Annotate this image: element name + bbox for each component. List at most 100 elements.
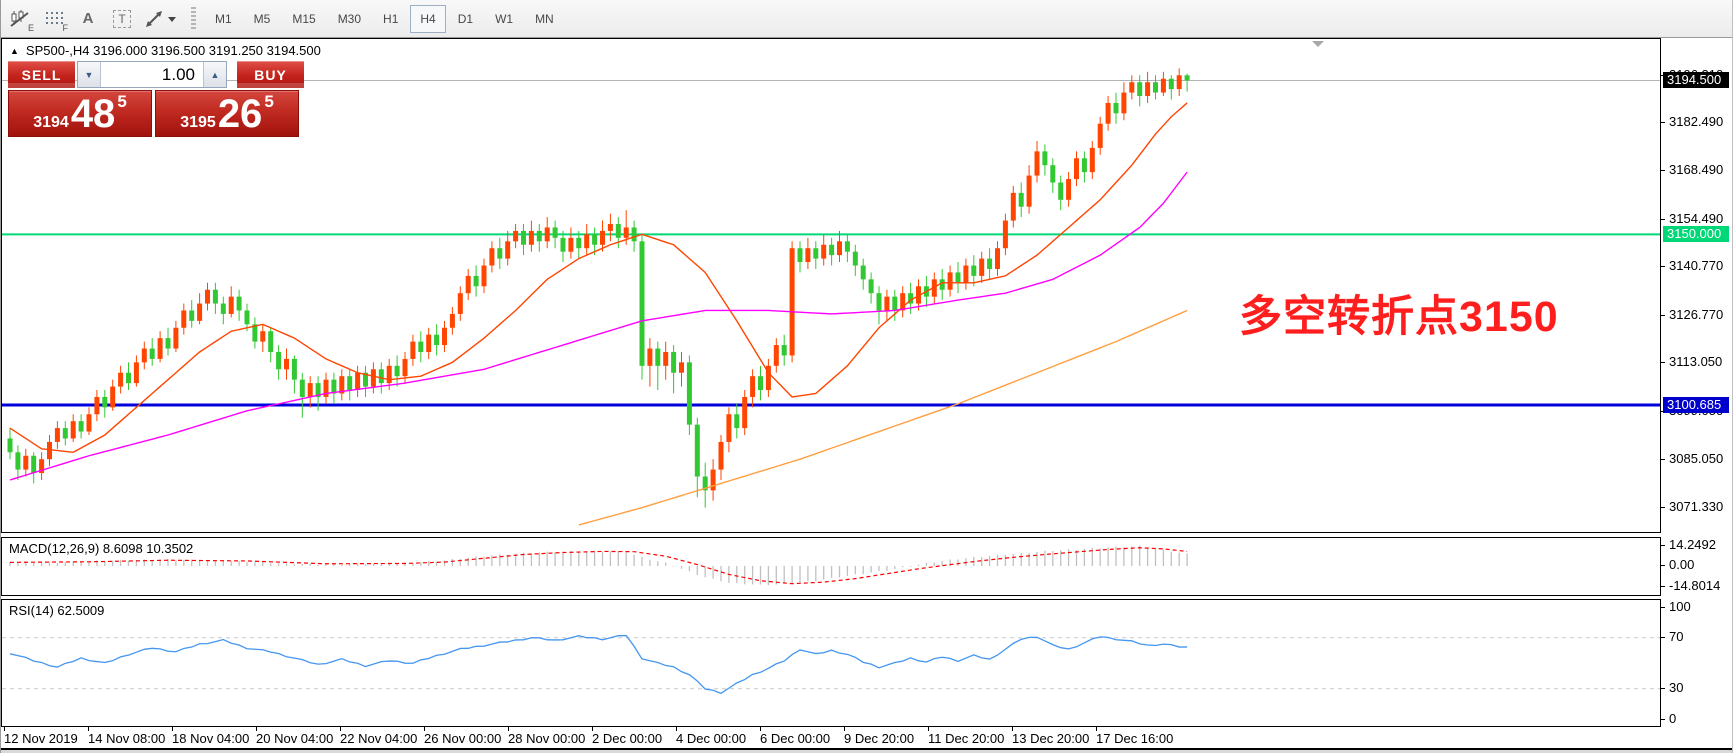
price-tick-mark: [1661, 362, 1665, 363]
buy-price-sup: 5: [264, 95, 273, 109]
letter-a-glyph: A: [83, 10, 94, 27]
macd-pane[interactable]: MACD(12,26,9) 8.6098 10.3502: [1, 537, 1661, 596]
timeframe-button-d1[interactable]: D1: [448, 5, 483, 33]
time-label: 2 Dec 00:00: [592, 731, 662, 746]
chart-ohlc-text: SP500-,H4 3196.000 3196.500 3191.250 319…: [26, 43, 321, 58]
ma-mid-line: [10, 172, 1187, 480]
diagonal-arrows-glyph: [144, 10, 178, 28]
price-tick-label: 3140.770: [1669, 258, 1723, 273]
price-tick-mark: [1661, 315, 1665, 316]
time-tick: [928, 727, 929, 731]
price-tick-mark: [1661, 219, 1665, 220]
icon-sub-e: E: [28, 23, 34, 33]
one-click-panel-toggle[interactable]: ▲: [10, 46, 19, 56]
price-tick-label: 3168.490: [1669, 162, 1723, 177]
time-tick: [256, 727, 257, 731]
sell-price-big: 48: [71, 95, 116, 133]
ma-fast-line: [10, 103, 1187, 452]
rsi-tick-mark: [1661, 719, 1665, 720]
time-label: 17 Dec 16:00: [1096, 731, 1173, 746]
buy-button[interactable]: BUY: [237, 61, 304, 88]
time-tick: [1012, 727, 1013, 731]
time-label: 4 Dec 00:00: [676, 731, 746, 746]
price-tick-label: 3154.490: [1669, 211, 1723, 226]
chart-header: ▲ SP500-,H4 3196.000 3196.500 3191.250 3…: [10, 43, 321, 58]
price-tick-mark: [1661, 122, 1665, 123]
toolbar: E F A T M1M5M: [1, 0, 1733, 38]
price-tick-label: 3071.330: [1669, 499, 1723, 514]
rsi-pane[interactable]: RSI(14) 62.5009: [1, 599, 1661, 727]
price-tick-mark: [1661, 459, 1665, 460]
rsi-tick-mark: [1661, 607, 1665, 608]
time-label: 14 Nov 08:00: [88, 731, 165, 746]
time-tick: [340, 727, 341, 731]
time-tick: [424, 727, 425, 731]
sell-price-small: 3194: [33, 113, 69, 133]
time-label: 12 Nov 2019: [4, 731, 78, 746]
grid-icon[interactable]: F: [39, 5, 69, 33]
macd-canvas: [2, 538, 1660, 595]
timeframe-button-m15[interactable]: M15: [282, 5, 325, 33]
rsi-tick-mark: [1661, 688, 1665, 689]
price-axis[interactable]: 3196.2103182.4903168.4903154.4903140.770…: [1661, 38, 1733, 727]
macd-label: MACD(12,26,9) 8.6098 10.3502: [9, 541, 193, 556]
timeframe-button-m30[interactable]: M30: [328, 5, 371, 33]
rsi-tick-label: 0: [1669, 711, 1676, 726]
trade-panel-controls: SELL ▼ ▲ BUY: [8, 61, 304, 88]
time-tick: [172, 727, 173, 731]
time-tick: [592, 727, 593, 731]
time-tick: [676, 727, 677, 731]
price-tick-label: 3182.490: [1669, 114, 1723, 129]
price-tick-mark: [1661, 170, 1665, 171]
timeframe-button-h1[interactable]: H1: [373, 5, 408, 33]
timeframe-button-w1[interactable]: W1: [485, 5, 523, 33]
rsi-canvas: [2, 600, 1660, 726]
rsi-tick-mark: [1661, 637, 1665, 638]
time-tick: [88, 727, 89, 731]
sell-price[interactable]: 3194485: [8, 90, 152, 137]
price-tick-mark: [1661, 507, 1665, 508]
timeframe-button-m1[interactable]: M1: [205, 5, 242, 33]
time-tick: [844, 727, 845, 731]
one-click-trade-panel: SELL ▼ ▲ BUY 3194485 3195265: [8, 61, 304, 137]
time-label: 20 Nov 04:00: [256, 731, 333, 746]
time-axis[interactable]: 12 Nov 2019 14 Nov 08:00 18 Nov 04:00 20 No…: [1, 727, 1733, 748]
grid-glyph: [44, 10, 64, 28]
price-chart-pane[interactable]: ▲ SP500-,H4 3196.000 3196.500 3191.250 3…: [1, 38, 1661, 533]
annotation-text[interactable]: 多空转折点3150: [1239, 282, 1559, 344]
price-badge: 3100.685: [1663, 397, 1729, 413]
drawing-tools-icon[interactable]: [141, 5, 181, 33]
time-tick: [1096, 727, 1097, 731]
text-box-icon[interactable]: T: [107, 5, 137, 33]
ma-slow-line: [579, 310, 1187, 524]
price-tick-label: 3085.050: [1669, 451, 1723, 466]
macd-tick-mark: [1661, 565, 1665, 566]
sell-button[interactable]: SELL: [8, 61, 75, 88]
volume-increment-button[interactable]: ▲: [203, 62, 226, 87]
rsi-label: RSI(14) 62.5009: [9, 603, 104, 618]
timeframe-button-mn[interactable]: MN: [525, 5, 564, 33]
volume-control: ▼ ▲: [77, 61, 227, 88]
timeframe-button-h4[interactable]: H4: [410, 5, 445, 33]
text-label-icon[interactable]: A: [73, 5, 103, 33]
macd-tick-label: -14.8014: [1669, 578, 1720, 593]
volume-decrement-button[interactable]: ▼: [78, 62, 101, 87]
time-label: 9 Dec 20:00: [844, 731, 914, 746]
price-tick-mark: [1661, 266, 1665, 267]
time-label: 26 Nov 00:00: [424, 731, 501, 746]
timeframe-buttons: M1M5M15M30H1H4D1W1MN: [204, 5, 565, 33]
buy-price-small: 3195: [180, 113, 216, 133]
macd-tick-label: 0.00: [1669, 557, 1694, 572]
sell-price-sup: 5: [117, 95, 126, 109]
rsi-tick-label: 30: [1669, 680, 1683, 695]
time-tick: [508, 727, 509, 731]
timeframe-button-m5[interactable]: M5: [244, 5, 281, 33]
letter-t-glyph: T: [113, 10, 130, 28]
trade-panel-prices: 3194485 3195265: [8, 90, 304, 137]
time-label: 13 Dec 20:00: [1012, 731, 1089, 746]
time-label: 18 Nov 04:00: [172, 731, 249, 746]
chart-expert-icon[interactable]: E: [5, 5, 35, 33]
buy-price[interactable]: 3195265: [155, 90, 299, 137]
volume-input[interactable]: [101, 62, 203, 87]
icon-sub-f: F: [63, 23, 69, 33]
